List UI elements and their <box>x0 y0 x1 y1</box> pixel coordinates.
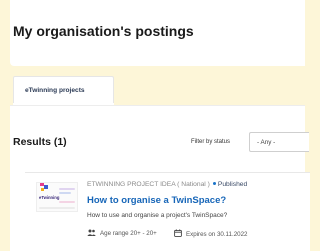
expiry-text: Expires on 30.11.2022 <box>186 230 248 238</box>
calendar-icon <box>174 229 186 239</box>
item-expiry: Expires on 30.11.2022 <box>174 229 247 239</box>
project-thumbnail[interactable]: eTwinning <box>36 182 78 212</box>
thumbnail-decoration <box>59 201 75 203</box>
filter-status-select[interactable]: - Any - <box>249 132 309 152</box>
page-title: My organisation's postings <box>13 23 194 39</box>
age-range-text: Age range 20+ - 20+ <box>100 230 157 237</box>
filter-status-label: Filter by status <box>191 139 231 145</box>
status-dot-icon <box>212 182 216 186</box>
tab-etwinning-projects[interactable]: eTwinning projects <box>13 76 114 104</box>
thumbnail-decoration <box>59 188 75 190</box>
item-eyebrow: ETWINNING PROJECT IDEA ( National ) Publi… <box>87 181 247 188</box>
thumbnail-decoration <box>59 192 71 194</box>
thumbnail-decoration <box>39 207 75 209</box>
people-icon <box>87 229 100 238</box>
results-heading: Results (1) <box>13 136 67 148</box>
page: My organisation's postings eTwinning pro… <box>0 0 310 251</box>
item-category: ETWINNING PROJECT IDEA ( National ) <box>87 181 210 188</box>
item-description: How to use and organise a project's Twin… <box>87 212 228 219</box>
item-age-range: Age range 20+ - 20+ <box>87 229 157 238</box>
item-status: Published <box>217 181 248 188</box>
thumbnail-logo-text: eTwinning <box>39 195 60 200</box>
item-title-link[interactable]: How to organise a TwinSpace? <box>87 195 226 206</box>
